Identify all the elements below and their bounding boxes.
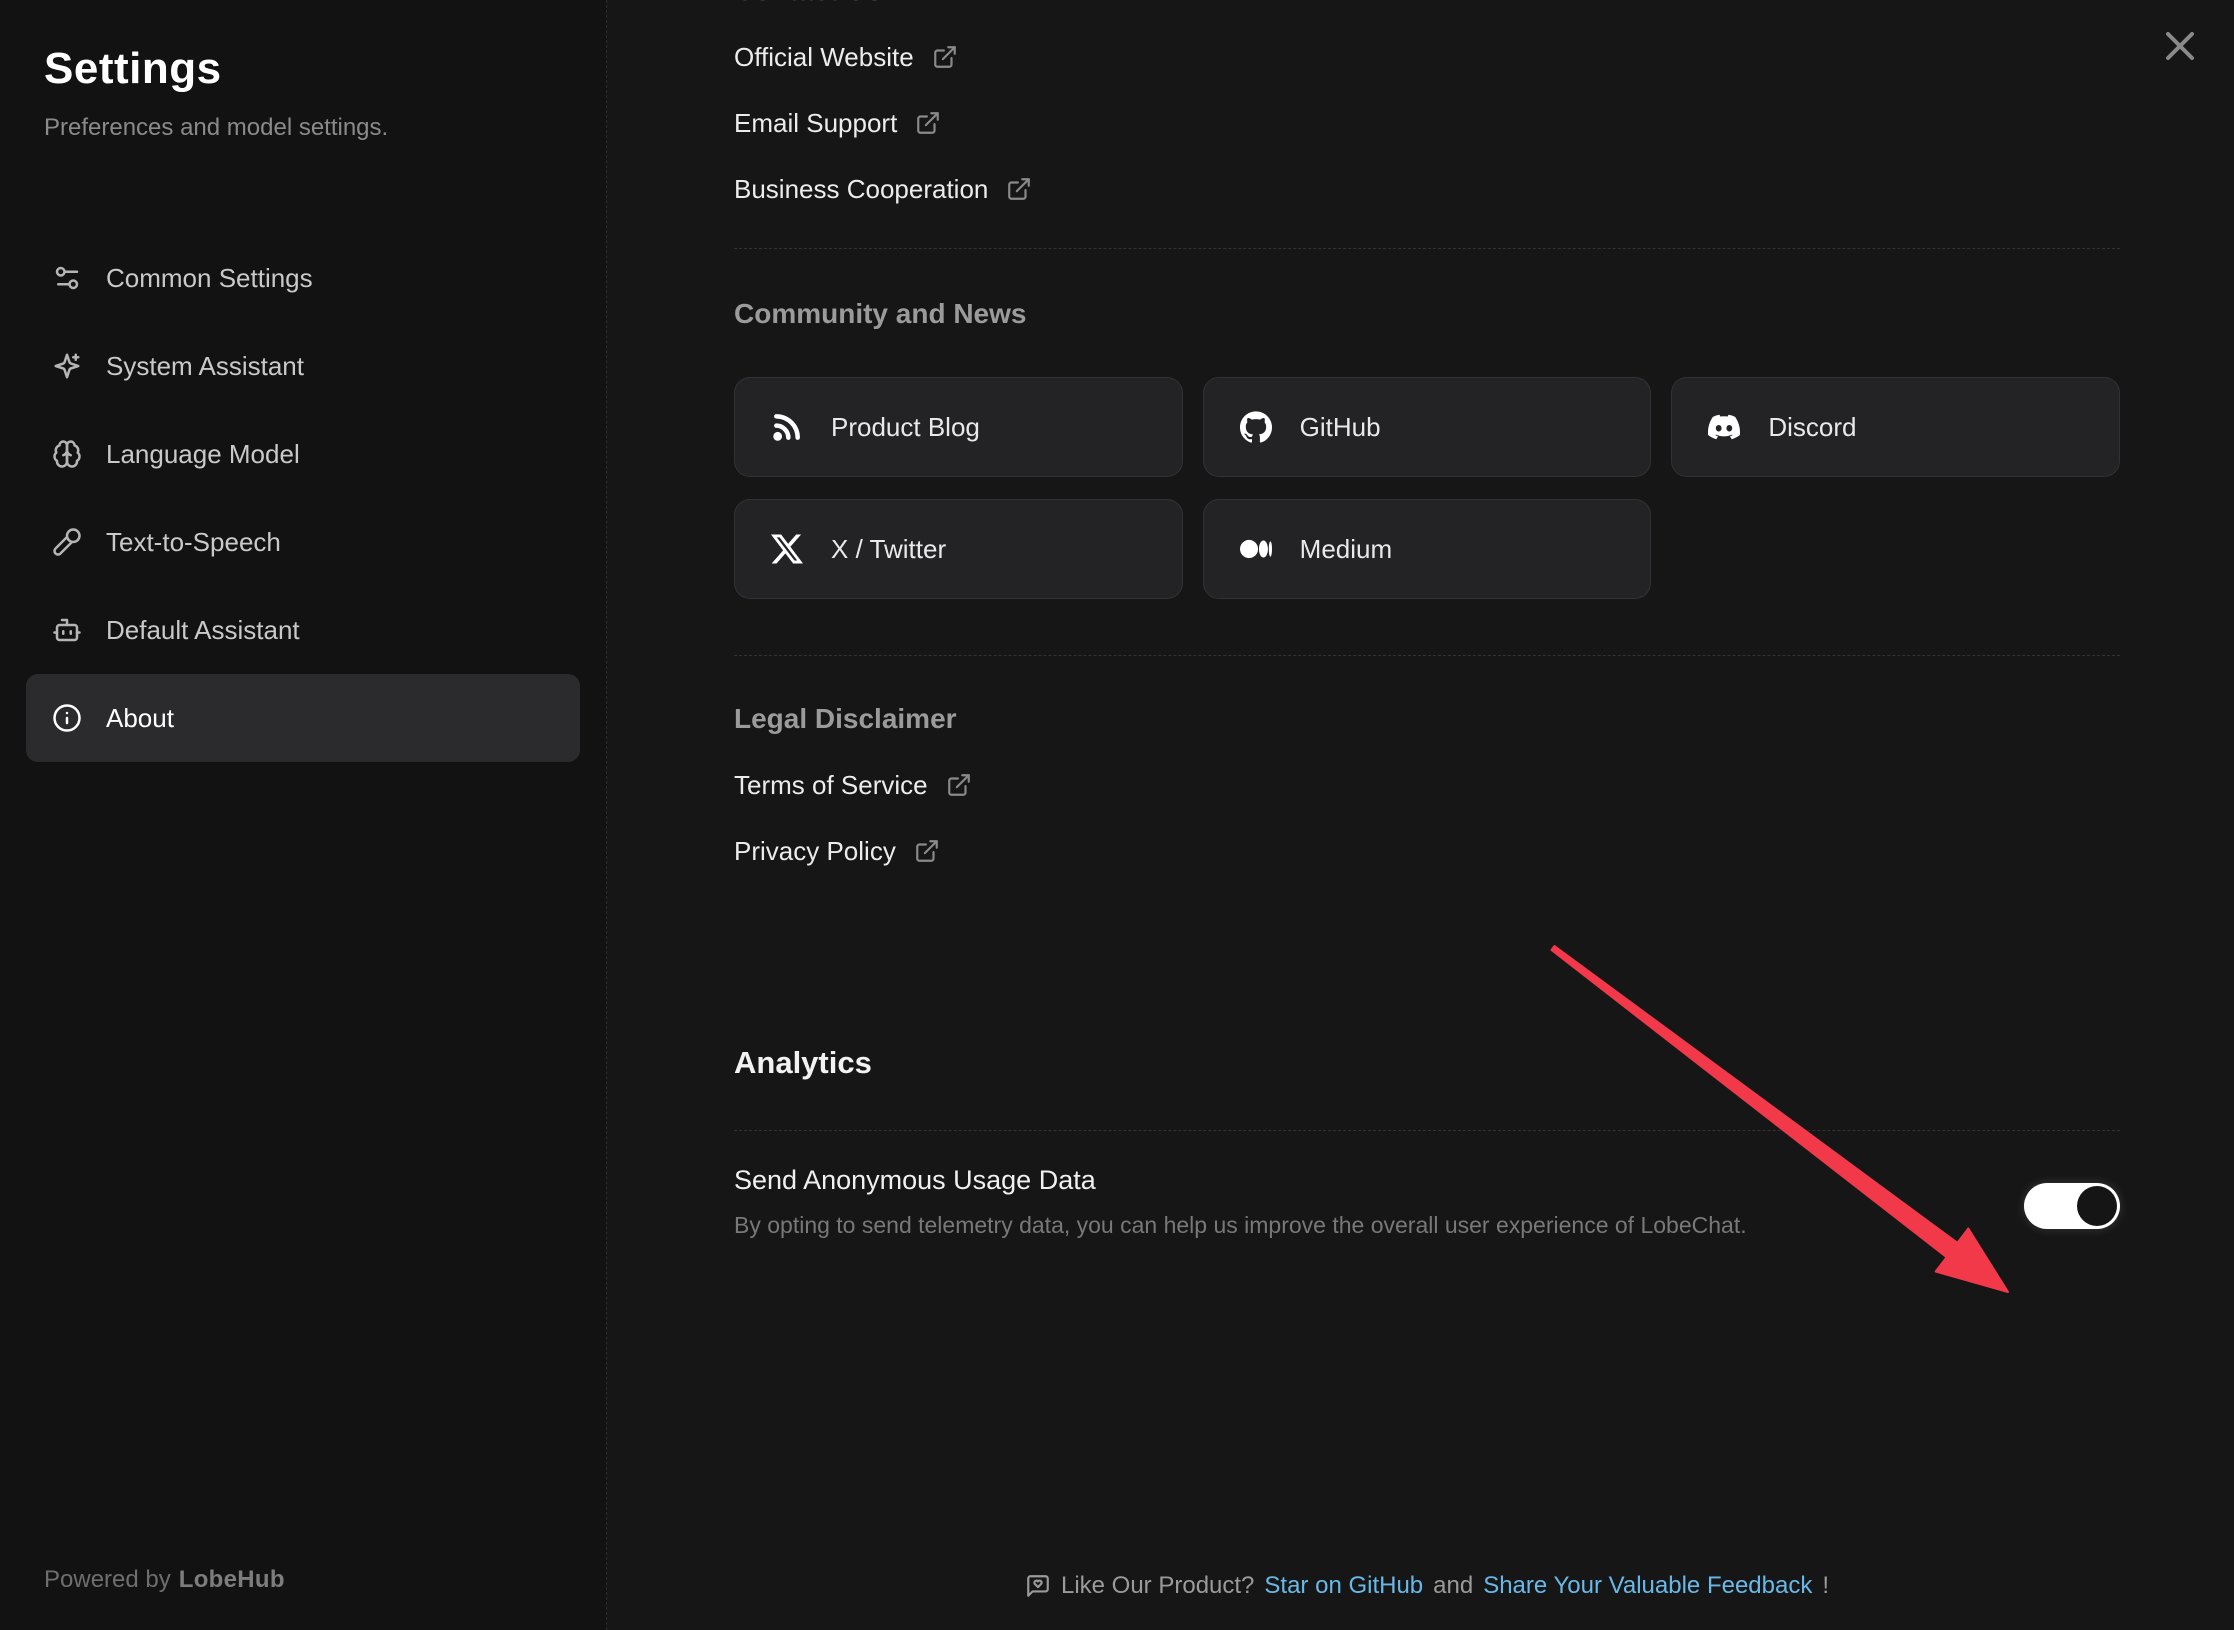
discord-icon: [1708, 411, 1740, 443]
sidebar-item-label: About: [106, 703, 174, 734]
sidebar-item-text-to-speech[interactable]: Text-to-Speech: [26, 498, 580, 586]
sidebar-item-language-model[interactable]: Language Model: [26, 410, 580, 498]
close-icon: [2156, 22, 2204, 70]
email-support-link[interactable]: Email Support: [734, 100, 2120, 146]
sidebar-item-about[interactable]: About: [26, 674, 580, 762]
sliders-icon: [52, 263, 82, 293]
privacy-policy-link[interactable]: Privacy Policy: [734, 828, 2120, 874]
official-website-link[interactable]: Official Website: [734, 34, 2120, 80]
star-on-github-link[interactable]: Star on GitHub: [1264, 1572, 1423, 1600]
discord-button[interactable]: Discord: [1671, 377, 2120, 477]
sidebar-item-common-settings[interactable]: Common Settings: [26, 234, 580, 322]
medium-icon: [1240, 533, 1272, 565]
settings-menu: Common Settings System Assistant Languag…: [26, 234, 580, 762]
powered-by-text: Powered by: [44, 1566, 171, 1593]
sidebar-item-default-assistant[interactable]: Default Assistant: [26, 586, 580, 674]
community-buttons: Product Blog GitHub Discord X / Twitter …: [734, 377, 2120, 599]
feedback-message-icon: [1025, 1573, 1051, 1599]
business-cooperation-link[interactable]: Business Cooperation: [734, 166, 2120, 212]
footer-prefix: Like Our Product?: [1061, 1572, 1254, 1600]
medium-button[interactable]: Medium: [1203, 499, 1652, 599]
divider: [734, 248, 2120, 249]
external-link-icon: [1006, 176, 1032, 202]
page-subtitle: Preferences and model settings.: [44, 114, 580, 142]
analytics-heading: Analytics: [734, 1046, 2120, 1080]
telemetry-setting-title: Send Anonymous Usage Data: [734, 1165, 1747, 1196]
page-title: Settings: [44, 44, 580, 94]
sidebar-item-system-assistant[interactable]: System Assistant: [26, 322, 580, 410]
github-button[interactable]: GitHub: [1203, 377, 1652, 477]
external-link-icon: [914, 838, 940, 864]
external-link-icon: [915, 110, 941, 136]
community-heading: Community and News: [734, 297, 2120, 331]
telemetry-setting-text: Send Anonymous Usage Data By opting to s…: [734, 1165, 1747, 1239]
legal-links: Terms of Service Privacy Policy: [734, 762, 2120, 874]
telemetry-setting-description: By opting to send telemetry data, you ca…: [734, 1212, 1747, 1239]
sidebar-item-label: Common Settings: [106, 263, 313, 294]
brain-icon: [52, 439, 82, 469]
footer-conjunction: and: [1433, 1572, 1473, 1600]
divider: [734, 1130, 2120, 1131]
external-link-icon: [932, 44, 958, 70]
rss-icon: [771, 411, 803, 443]
telemetry-toggle[interactable]: [2024, 1183, 2120, 1229]
feedback-footer: Like Our Product? Star on GitHub and Sha…: [734, 1572, 2120, 1600]
telemetry-setting-row: Send Anonymous Usage Data By opting to s…: [734, 1165, 2120, 1239]
lobehub-brand-link[interactable]: LobeHub: [179, 1566, 285, 1593]
legal-heading: Legal Disclaimer: [734, 702, 2120, 736]
terms-of-service-link[interactable]: Terms of Service: [734, 762, 2120, 808]
mic-icon: [52, 527, 82, 557]
contact-links: Official Website Email Support Business …: [734, 34, 2120, 212]
about-panel: Contact Us Official Website Email Suppor…: [607, 0, 2234, 1630]
share-feedback-link[interactable]: Share Your Valuable Feedback: [1483, 1572, 1812, 1600]
x-twitter-button[interactable]: X / Twitter: [734, 499, 1183, 599]
sidebar-item-label: Text-to-Speech: [106, 527, 281, 558]
bot-icon: [52, 615, 82, 645]
settings-sidebar: Settings Preferences and model settings.…: [0, 0, 607, 1630]
toggle-knob: [2077, 1186, 2117, 1226]
x-twitter-icon: [771, 533, 803, 565]
product-blog-button[interactable]: Product Blog: [734, 377, 1183, 477]
sidebar-item-label: Language Model: [106, 439, 300, 470]
close-button[interactable]: [2156, 22, 2204, 70]
info-icon: [52, 703, 82, 733]
powered-by: Powered by LobeHub: [44, 1566, 285, 1594]
sidebar-item-label: Default Assistant: [106, 615, 300, 646]
sidebar-item-label: System Assistant: [106, 351, 304, 382]
github-icon: [1240, 411, 1272, 443]
contact-us-heading: Contact Us: [734, 0, 2120, 8]
footer-suffix: !: [1822, 1572, 1829, 1600]
divider: [734, 655, 2120, 656]
sparkles-icon: [52, 351, 82, 381]
external-link-icon: [946, 772, 972, 798]
